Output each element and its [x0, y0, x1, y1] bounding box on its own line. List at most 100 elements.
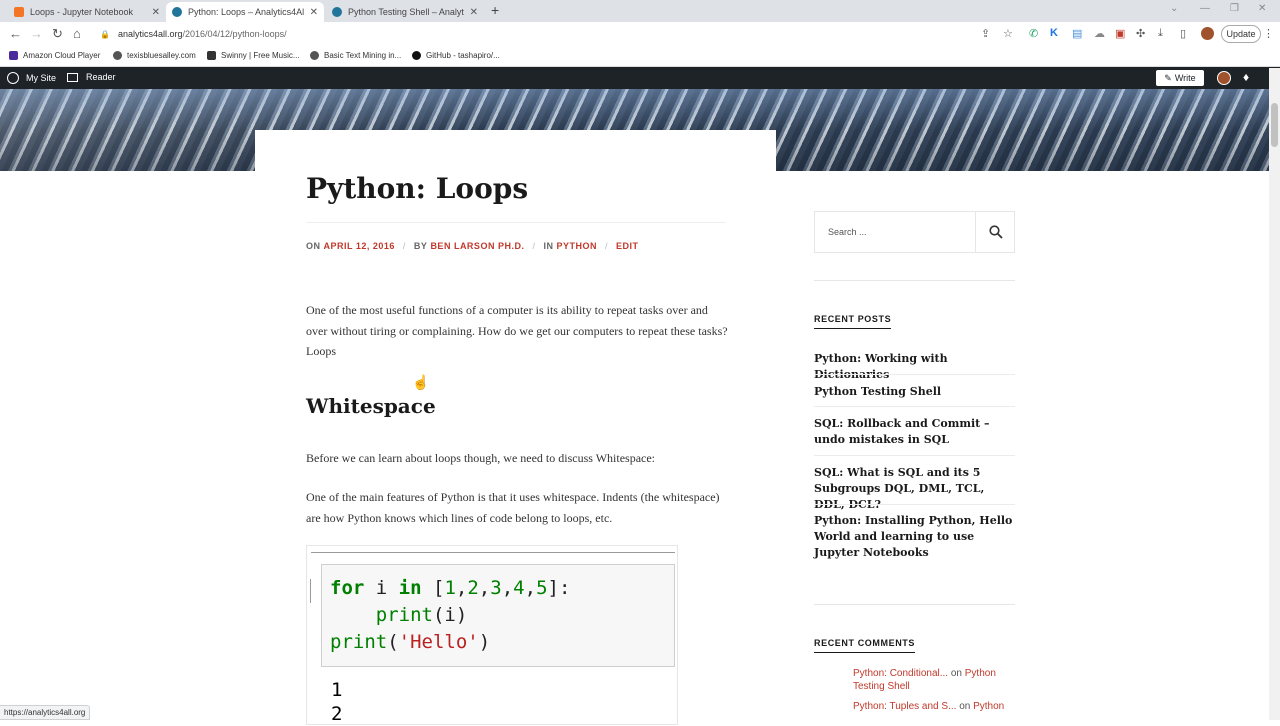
pencil-icon: ✎ [1164, 72, 1172, 83]
meta-by: BY [413, 241, 428, 251]
search-button[interactable] [975, 212, 1015, 252]
post-separator [814, 504, 1015, 505]
phone-extension-icon[interactable]: ✆ [1029, 27, 1038, 40]
post-date-link[interactable]: APRIL 12, 2016 [324, 241, 395, 251]
code-output: 1 2 [331, 678, 342, 726]
close-icon[interactable]: ✕ [152, 7, 160, 18]
tab-python-loops[interactable]: Python: Loops – Analytics4All ✕ [166, 2, 324, 22]
pocket-extension-icon[interactable]: ▣ [1115, 27, 1125, 40]
home-icon[interactable]: ⌂ [73, 26, 81, 41]
sidebar-icon[interactable]: ▯ [1180, 27, 1186, 40]
comment-on: on [959, 701, 971, 712]
browser-toolbar: ← → ↻ ⌂ 🔒 analytics4all.org/2016/04/12/p… [0, 22, 1280, 46]
bookmark-label: GitHub - tashapiro/... [426, 51, 500, 60]
whitespace-intro-paragraph: Before we can learn about loops though, … [306, 451, 656, 465]
new-tab-icon[interactable]: + [491, 2, 499, 18]
github-icon [412, 51, 421, 60]
doc-extension-icon[interactable]: ▤ [1072, 27, 1082, 40]
bookmark-github[interactable]: GitHub - tashapiro/... [412, 51, 500, 60]
output-line: 2 [331, 703, 343, 725]
share-icon[interactable]: ⇪ [981, 27, 990, 40]
tab-title: Python: Loops – Analytics4All [188, 7, 304, 17]
bookmark-label: Swinny | Free Music... [221, 51, 300, 60]
meta-separator: / [532, 241, 536, 251]
meta-on: ON [306, 241, 321, 251]
code-cell: for i in [1,2,3,4,5]: print(i) print('He… [310, 564, 675, 667]
write-button[interactable]: ✎ Write [1156, 70, 1204, 86]
whitespace-heading: Whitespace [306, 394, 436, 418]
recent-post-link[interactable]: Python: Working with Dictionaries [814, 351, 1015, 383]
bookmark-label: texisbluesalley.com [127, 51, 196, 60]
amazon-music-icon [9, 51, 18, 60]
recent-post-link[interactable]: Python: Installing Python, Hello World a… [814, 513, 1015, 561]
menu-icon[interactable]: ⋮ [1263, 27, 1274, 40]
sidebar-divider [814, 280, 1015, 281]
tab-jupyter[interactable]: Loops - Jupyter Notebook ✕ [8, 2, 166, 22]
k-extension-icon[interactable]: K [1050, 27, 1058, 39]
meta-separator: / [402, 241, 406, 251]
bookmark-label: Basic Text Mining in... [324, 51, 402, 60]
update-button[interactable]: Update [1221, 25, 1261, 43]
address-bar[interactable]: 🔒 analytics4all.org/2016/04/12/python-lo… [100, 25, 287, 43]
window-close-icon[interactable]: ✕ [1258, 3, 1266, 14]
recent-post-link[interactable]: SQL: Rollback and Commit – undo mistakes… [814, 416, 1015, 448]
comment-post-link[interactable]: Python [973, 701, 1004, 712]
forward-icon[interactable]: → [30, 26, 43, 41]
recent-post-link[interactable]: SQL: What is SQL and its 5 Subgroups DQL… [814, 465, 1015, 513]
comment-author-link[interactable]: Python: Tuples and S... [853, 701, 956, 712]
bookmarks-bar: Amazon Cloud Player texisbluesalley.com … [0, 46, 1280, 67]
bookmark-label: Amazon Cloud Player [23, 51, 101, 60]
page-scrollbar[interactable] [1269, 68, 1280, 720]
search-input[interactable] [815, 212, 975, 252]
comment-avatar [814, 668, 844, 698]
bookmark-star-icon[interactable]: ☆ [1003, 27, 1013, 40]
hand-cursor-icon: ☝ [412, 374, 430, 390]
title-divider [306, 222, 726, 223]
reader-icon [67, 72, 78, 82]
code-screenshot: for i in [1,2,3,4,5]: print(i) print('He… [306, 545, 678, 725]
status-bar-url: https://analytics4all.org [0, 705, 91, 720]
tab-testing-shell[interactable]: Python Testing Shell – Analytics4... ✕ [326, 2, 484, 22]
reader-link[interactable]: Reader [67, 72, 116, 82]
close-icon[interactable]: ✕ [310, 7, 318, 18]
author-link[interactable]: BEN LARSON PH.D. [430, 241, 524, 251]
post-separator [814, 455, 1015, 456]
back-icon[interactable]: ← [9, 26, 22, 41]
bookmark-texis[interactable]: texisbluesalley.com [113, 51, 196, 60]
download-icon[interactable]: ⤓ [1158, 27, 1163, 40]
profile-avatar[interactable] [1201, 27, 1214, 40]
globe-icon [113, 51, 122, 60]
close-icon[interactable]: ✕ [470, 7, 478, 18]
recent-comments-heading: RECENT COMMENTS [814, 638, 915, 653]
search-icon [988, 225, 1003, 239]
write-label: Write [1174, 73, 1196, 83]
bookmark-amazon[interactable]: Amazon Cloud Player [9, 51, 100, 60]
scrollbar-thumb[interactable] [1271, 103, 1278, 147]
notifications-bell-icon[interactable]: ♦ [1243, 70, 1249, 84]
category-link[interactable]: PYTHON [556, 241, 597, 251]
wordpress-icon [332, 7, 342, 17]
user-avatar[interactable] [1217, 71, 1231, 85]
whitespace-paragraph: One of the main features of Python is th… [306, 490, 720, 525]
restore-icon[interactable]: ❐ [1230, 3, 1239, 14]
url-path: /2016/04/12/python-loops/ [182, 29, 287, 39]
minimize-icon[interactable]: — [1200, 3, 1210, 14]
tab-title: Loops - Jupyter Notebook [30, 7, 134, 17]
edit-link[interactable]: EDIT [616, 241, 639, 251]
sidebar-divider [814, 604, 1015, 605]
article: Python: Loops ON APRIL 12, 2016 / BY BEN… [255, 130, 776, 725]
lock-icon: 🔒 [100, 29, 110, 39]
grid-icon [207, 51, 216, 60]
reload-icon[interactable]: ↻ [52, 26, 63, 42]
bookmark-text-mining[interactable]: Basic Text Mining in... [310, 51, 401, 60]
comment-author-link[interactable]: Python: Conditional... [853, 668, 948, 679]
post-separator [814, 374, 1015, 375]
bookmark-swinny[interactable]: Swinny | Free Music... [207, 51, 300, 60]
chevron-down-icon[interactable]: ⌄ [1170, 3, 1178, 14]
tab-strip: Loops - Jupyter Notebook ✕ Python: Loops… [0, 0, 1280, 22]
puzzle-icon[interactable]: ✣ [1136, 27, 1145, 40]
recent-post-link[interactable]: Python Testing Shell [814, 384, 1015, 400]
cloud-extension-icon[interactable]: ☁ [1094, 27, 1105, 40]
recent-posts-heading: RECENT POSTS [814, 314, 892, 329]
my-site-link[interactable]: My Site [7, 72, 56, 84]
